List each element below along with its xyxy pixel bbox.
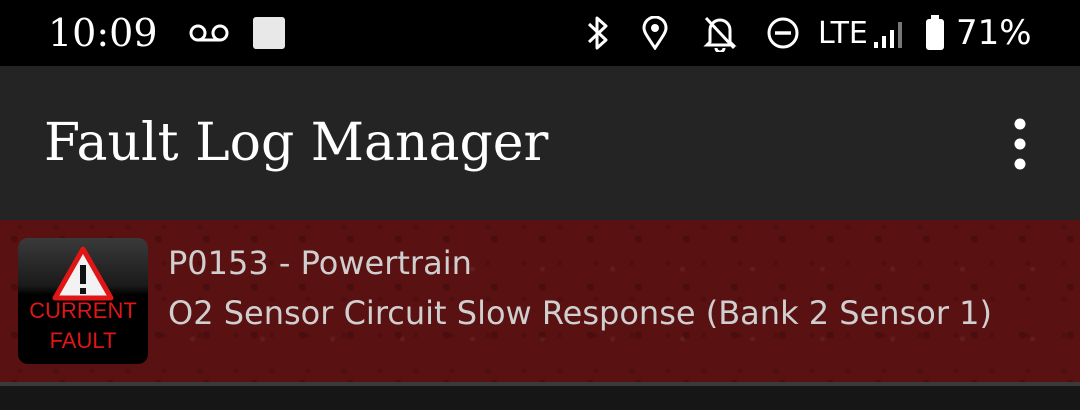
network-type: LTE (818, 16, 868, 51)
status-bar: 10:09 LTE 71% (0, 0, 1080, 66)
voicemail-icon (188, 22, 230, 48)
notification-square-icon (252, 16, 286, 54)
warning-triangle-icon (52, 246, 114, 306)
divider (0, 382, 1080, 386)
badge-line-current: CURRENT (29, 298, 137, 323)
bluetooth-icon (584, 14, 612, 56)
battery-percent: 71% (956, 13, 1032, 53)
list-item[interactable]: CURRENT FAULT P0153 - Powertrain O2 Sens… (0, 220, 1080, 382)
notifications-off-icon (702, 14, 738, 56)
do-not-disturb-icon (766, 16, 800, 54)
signal-icon (874, 18, 902, 52)
fault-list: CURRENT FAULT P0153 - Powertrain O2 Sens… (0, 220, 1080, 410)
current-fault-badge: CURRENT FAULT (18, 238, 148, 364)
fault-code: P0153 - Powertrain (168, 244, 472, 282)
fault-description: O2 Sensor Circuit Slow Response (Bank 2 … (168, 294, 992, 332)
badge-line-fault: FAULT (49, 328, 117, 353)
app-bar: Fault Log Manager (0, 66, 1080, 220)
page-title: Fault Log Manager (44, 113, 549, 173)
battery-icon (924, 14, 946, 56)
more-vert-icon[interactable] (1000, 116, 1040, 172)
status-time: 10:09 (48, 11, 158, 55)
location-icon (642, 15, 668, 54)
